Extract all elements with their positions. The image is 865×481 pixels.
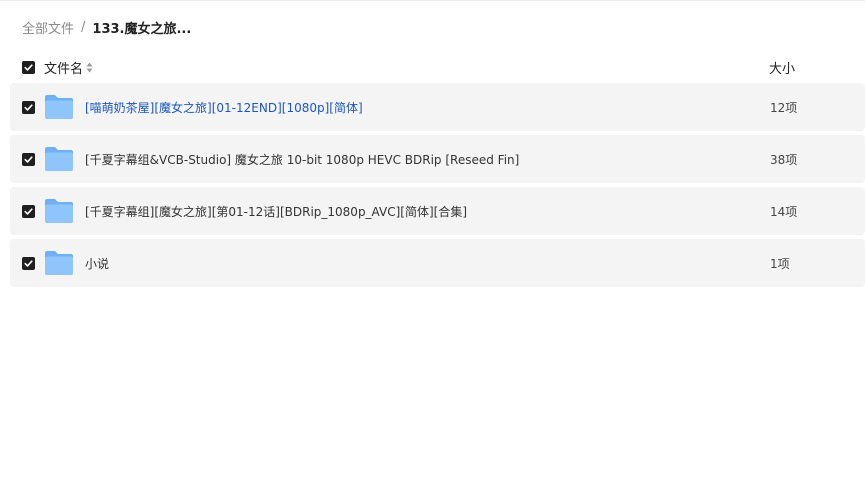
file-name-link[interactable]: [喵萌奶茶屋][魔女之旅][01-12END][1080p][简体]: [85, 99, 363, 116]
name-column-header[interactable]: 文件名: [44, 58, 93, 77]
row-checkbox[interactable]: [22, 204, 35, 218]
file-size: 38项: [770, 152, 798, 167]
file-row[interactable]: [千夏字幕组&VCB-Studio] 魔女之旅 10-bit 1080p HEV…: [10, 135, 865, 183]
check-icon: [24, 207, 33, 215]
file-size: 12项: [770, 100, 798, 115]
folder-icon: [45, 95, 73, 119]
file-name-link[interactable]: 小说: [85, 255, 109, 272]
sort-icon[interactable]: [86, 62, 93, 73]
breadcrumb-current-folder: 133.魔女之旅...: [92, 21, 192, 37]
file-size: 1项: [770, 256, 790, 271]
file-list: [喵萌奶茶屋][魔女之旅][01-12END][1080p][简体] 12项 […: [10, 83, 865, 291]
row-checkbox[interactable]: [22, 152, 35, 166]
file-list-header: 文件名 大小: [10, 56, 865, 78]
check-icon: [24, 63, 33, 71]
name-column-label: 文件名: [44, 61, 84, 77]
row-checkbox[interactable]: [22, 256, 35, 270]
breadcrumb-root-link[interactable]: 全部文件: [22, 18, 74, 37]
check-icon: [24, 155, 33, 163]
top-divider: [0, 0, 865, 1]
file-name-link[interactable]: [千夏字幕组][魔女之旅][第01-12话][BDRip_1080p_AVC][…: [85, 203, 467, 220]
select-all-checkbox[interactable]: [22, 60, 35, 74]
folder-icon: [45, 199, 73, 223]
breadcrumb-separator: /: [81, 19, 86, 35]
folder-icon: [45, 251, 73, 275]
file-row[interactable]: 小说 1项: [10, 239, 865, 287]
folder-icon: [45, 147, 73, 171]
file-name-link[interactable]: [千夏字幕组&VCB-Studio] 魔女之旅 10-bit 1080p HEV…: [85, 151, 519, 168]
file-row[interactable]: [喵萌奶茶屋][魔女之旅][01-12END][1080p][简体] 12项: [10, 83, 865, 131]
file-size: 14项: [770, 204, 798, 219]
file-row[interactable]: [千夏字幕组][魔女之旅][第01-12话][BDRip_1080p_AVC][…: [10, 187, 865, 235]
size-column-header[interactable]: 大小: [769, 58, 795, 77]
row-checkbox[interactable]: [22, 100, 35, 114]
breadcrumb: 全部文件 / 133.魔女之旅...: [22, 17, 191, 37]
check-icon: [24, 259, 33, 267]
check-icon: [24, 103, 33, 111]
